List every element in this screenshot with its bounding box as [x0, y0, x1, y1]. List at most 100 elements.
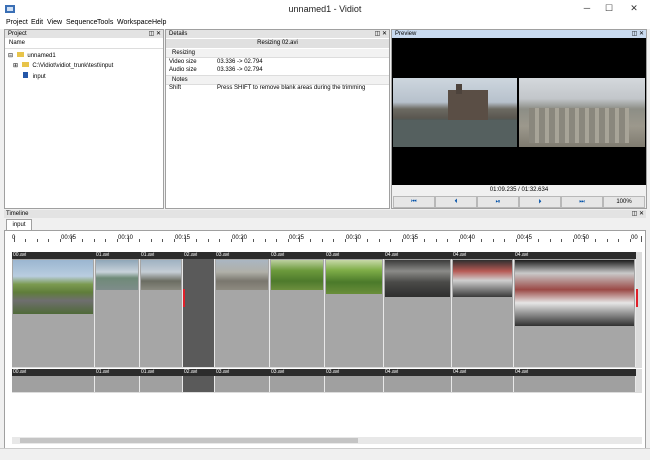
ruler-tick [264, 239, 266, 242]
ruler-tick [276, 239, 278, 242]
folder-icon [16, 52, 24, 57]
ruler-tick [390, 239, 392, 242]
ruler-tick [48, 239, 50, 242]
tab-input[interactable]: input [6, 219, 32, 230]
project-panel-header: Project ◫ ✕ [5, 30, 163, 38]
audio-clip[interactable] [140, 376, 183, 392]
audio-clip[interactable] [384, 376, 452, 392]
ruler-tick [549, 239, 551, 242]
ruler-tick [219, 239, 221, 242]
clip-thumbnail [13, 260, 93, 314]
ruler-label: 00:45 [517, 235, 533, 241]
close-button[interactable]: ✕ [625, 2, 643, 15]
panel-buttons[interactable]: ◫ ✕ [149, 30, 161, 38]
menu-workspace[interactable]: Workspace [117, 19, 152, 26]
menu-project[interactable]: Project [6, 19, 28, 26]
ruler-tick [299, 236, 300, 242]
tree-item-label: unnamed1 [27, 53, 56, 59]
details-panel: Details ◫ ✕ Resizing 02.avi Resizing Vid… [165, 29, 390, 209]
ruler-tick [71, 236, 72, 242]
clip-thumbnail [141, 260, 181, 290]
audio-clip[interactable] [183, 376, 215, 392]
ruler-tick [185, 236, 186, 242]
preview-frame-left [393, 78, 517, 147]
trim-marker[interactable] [636, 289, 638, 307]
tree-expander[interactable]: ⊞ [13, 63, 18, 69]
preview-controls: ⏮ ⏴ ⏯ ⏵ ⏭ 100% [392, 196, 646, 208]
zoom-level[interactable]: 100% [603, 196, 645, 208]
timeline-ruler[interactable] [12, 232, 642, 244]
tree-header: Name [5, 39, 163, 49]
tree-item-folder[interactable]: ⊞ C:\Vidiot\vidiot_trunk\test\input [13, 62, 113, 69]
panel-buttons[interactable]: ◫ ✕ [632, 210, 644, 218]
detail-label: Shift [169, 85, 182, 91]
ruler-tick [173, 239, 175, 242]
ruler-tick [333, 239, 335, 242]
skip-start-button[interactable]: ⏮ [393, 196, 435, 208]
ruler-label: 00:50 [574, 235, 590, 241]
play-pause-button[interactable]: ⏯ [477, 196, 519, 208]
ruler-label: 00:25 [289, 235, 305, 241]
ruler-tick [561, 239, 563, 242]
horizontal-scrollbar[interactable] [12, 437, 642, 444]
ruler-label: 00 [631, 235, 638, 241]
menu-bar: Project Edit View Sequence Tools Workspa… [0, 18, 650, 29]
ruler-tick [310, 239, 312, 242]
ruler-tick [207, 239, 209, 242]
tree-expander[interactable]: ⊟ [8, 53, 13, 59]
video-clip-label: 03.avi [325, 252, 384, 259]
clip-thumbnail [453, 260, 512, 297]
menu-tools[interactable]: Tools [97, 19, 113, 26]
detail-label: Video size [169, 59, 197, 65]
menu-view[interactable]: View [47, 19, 62, 26]
ruler-tick [344, 239, 346, 242]
tree-column-name[interactable]: Name [9, 40, 25, 46]
project-panel-title: Project [8, 31, 27, 37]
trim-marker[interactable] [183, 289, 185, 307]
video-clip[interactable] [183, 259, 215, 367]
maximize-button[interactable]: ☐ [600, 2, 618, 15]
ruler-label: 00:40 [460, 235, 476, 241]
tree-item-input[interactable]: input [23, 72, 46, 80]
ruler-tick [470, 236, 471, 242]
timeline-panel-title: Timeline [6, 211, 29, 217]
ruler-tick [641, 236, 642, 242]
menu-sequence[interactable]: Sequence [66, 19, 98, 26]
details-section-notes: Notes [166, 75, 389, 85]
ruler-tick [116, 239, 118, 242]
window-title: unnamed1 - Vidiot [288, 4, 362, 14]
ruler-tick [128, 236, 129, 242]
scrollbar-thumb[interactable] [20, 438, 358, 443]
step-forward-button[interactable]: ⏵ [519, 196, 561, 208]
audio-clip[interactable] [325, 376, 384, 392]
preview-panel-header: Preview ◫ ✕ [392, 30, 646, 38]
audio-clip-label: 04.avi [384, 369, 452, 376]
tree-item-unnamed1[interactable]: ⊟ unnamed1 [8, 52, 56, 59]
ruler-tick [584, 236, 585, 242]
clip-thumbnail [385, 260, 450, 297]
ruler-tick [515, 239, 517, 242]
ruler-tick [413, 236, 414, 242]
ruler-tick [504, 239, 506, 242]
panel-buttons[interactable]: ◫ ✕ [632, 30, 644, 38]
audio-clip[interactable] [95, 376, 140, 392]
step-back-button[interactable]: ⏴ [435, 196, 477, 208]
ruler-tick [458, 239, 460, 242]
menu-help[interactable]: Help [152, 19, 166, 26]
panel-buttons[interactable]: ◫ ✕ [375, 30, 387, 38]
minimize-button[interactable]: ─ [578, 2, 596, 15]
audio-clip[interactable] [12, 376, 95, 392]
audio-clip[interactable] [270, 376, 325, 392]
details-header: Resizing 02.avi [166, 39, 389, 48]
audio-clip[interactable] [452, 376, 514, 392]
ruler-tick [527, 236, 528, 242]
ruler-tick [481, 239, 483, 242]
audio-clip-label: 03.avi [215, 369, 270, 376]
ruler-tick [401, 239, 403, 242]
menu-edit[interactable]: Edit [31, 19, 43, 26]
audio-clip-label: 02.avi [183, 369, 215, 376]
skip-end-button[interactable]: ⏭ [561, 196, 603, 208]
ruler-tick [230, 239, 232, 242]
audio-clip[interactable] [215, 376, 270, 392]
audio-clip[interactable] [514, 376, 636, 392]
